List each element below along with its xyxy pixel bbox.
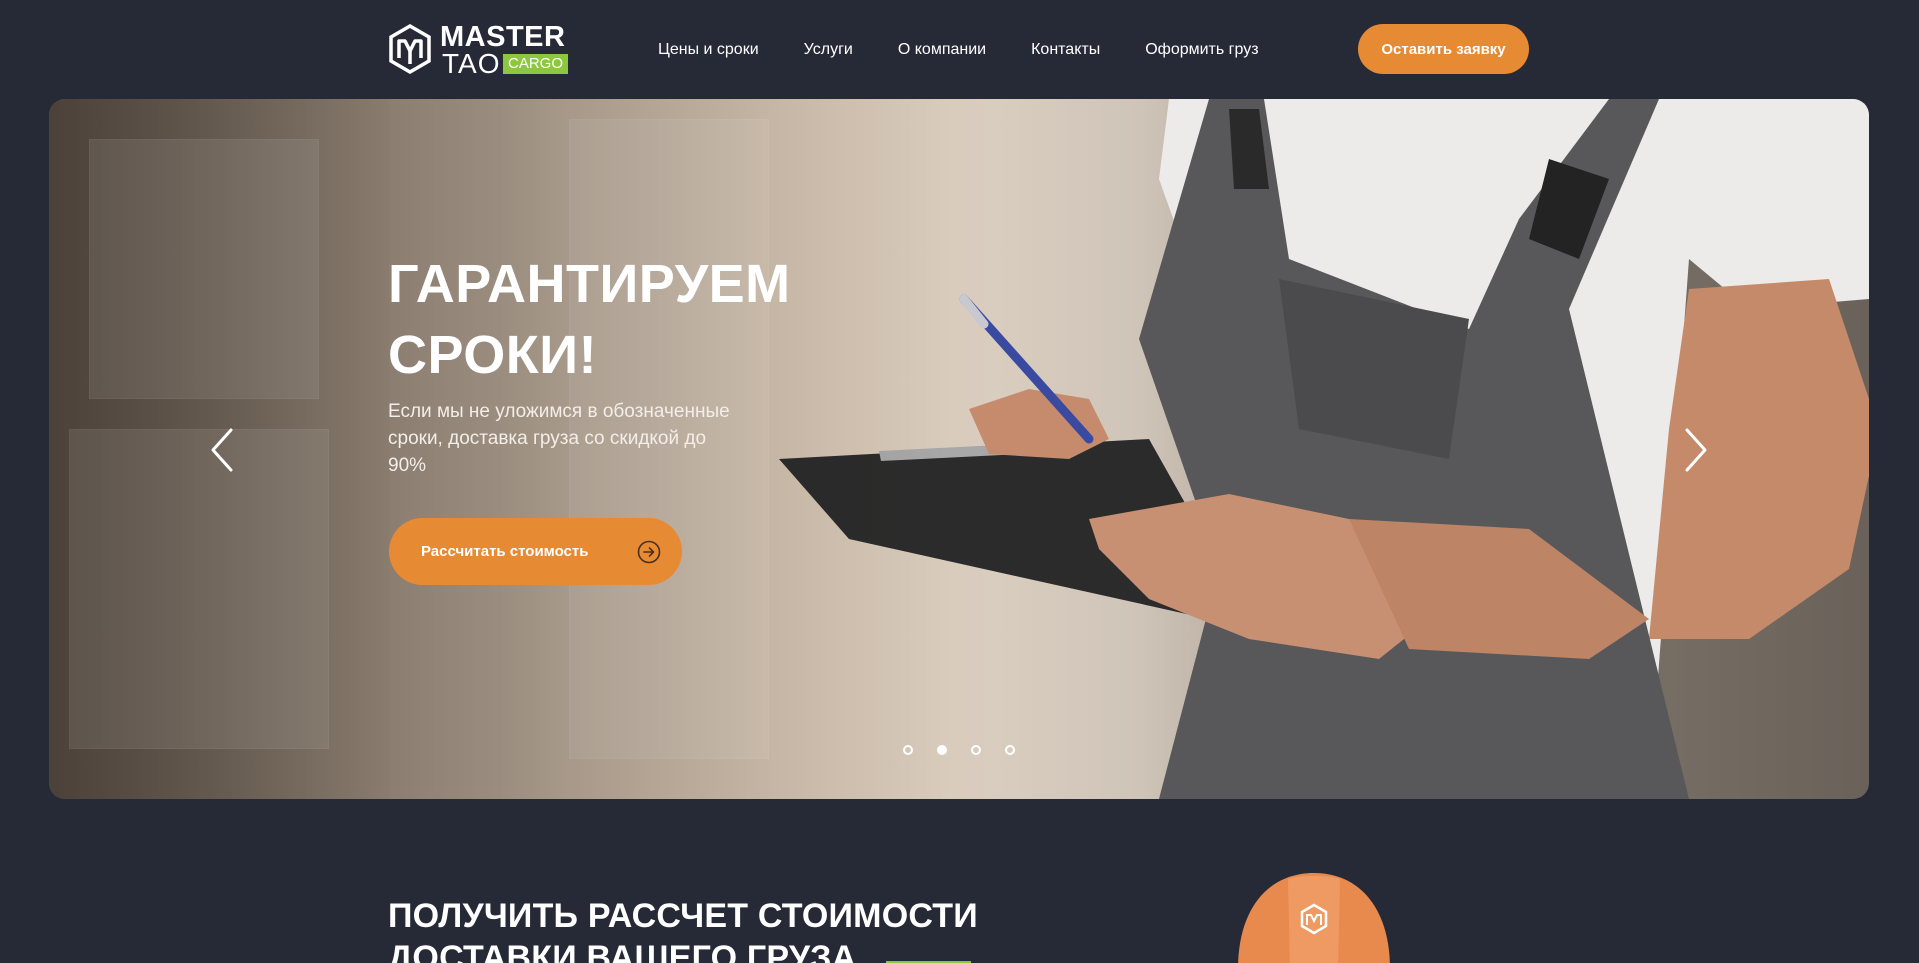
logo[interactable]: MASTER TAO CARGO: [388, 22, 569, 78]
main-nav: Цены и сроки Услуги О компании Контакты …: [658, 41, 1259, 59]
chevron-right-icon[interactable]: [1681, 426, 1711, 474]
hero-title-line2: СРОКИ!: [388, 325, 598, 385]
slider-pagination: [903, 745, 1015, 755]
site-header: MASTER TAO CARGO Цены и сроки Услуги О к…: [0, 0, 1919, 99]
nav-item-about[interactable]: О компании: [898, 41, 986, 59]
hero-subtitle: Если мы не уложимся в обозначенные сроки…: [388, 401, 730, 476]
slider-dot[interactable]: [1005, 745, 1015, 755]
leave-request-button[interactable]: Оставить заявку: [1358, 24, 1529, 74]
logo-text-tao: TAO: [442, 48, 501, 79]
arrow-circle-right-icon: [637, 540, 661, 564]
slider-dot[interactable]: [903, 745, 913, 755]
helmet-icon: [1238, 873, 1390, 963]
calc-title-line1: ПОЛУЧИТЬ РАССЧЕТ СТОИМОСТИ: [388, 897, 978, 935]
nav-item-contacts[interactable]: Контакты: [1031, 41, 1100, 59]
nav-item-prices[interactable]: Цены и сроки: [658, 41, 759, 59]
slider-dot-active[interactable]: [937, 745, 947, 755]
slider-dot[interactable]: [971, 745, 981, 755]
nav-item-order[interactable]: Оформить груз: [1145, 41, 1258, 59]
calc-section-title: ПОЛУЧИТЬ РАССЧЕТ СТОИМОСТИ ДОСТАВКИ ВАШЕ…: [388, 895, 1028, 963]
logo-mark-icon: [389, 24, 431, 74]
hero-slider: ГАРАНТИРУЕМ СРОКИ! Если мы не уложимся в…: [49, 99, 1869, 799]
calculate-cost-label: Рассчитать стоимость: [421, 543, 589, 560]
calculate-cost-button[interactable]: Рассчитать стоимость: [389, 518, 682, 585]
hero-title: ГАРАНТИРУЕМ СРОКИ!: [388, 249, 948, 391]
hero-title-line1: ГАРАНТИРУЕМ: [388, 254, 791, 314]
chevron-left-icon[interactable]: [207, 426, 237, 474]
nav-item-services[interactable]: Услуги: [804, 41, 853, 59]
calc-title-line2: ДОСТАВКИ ВАШЕГО ГРУЗА: [388, 939, 857, 963]
logo-badge-cargo: CARGO: [503, 54, 569, 74]
